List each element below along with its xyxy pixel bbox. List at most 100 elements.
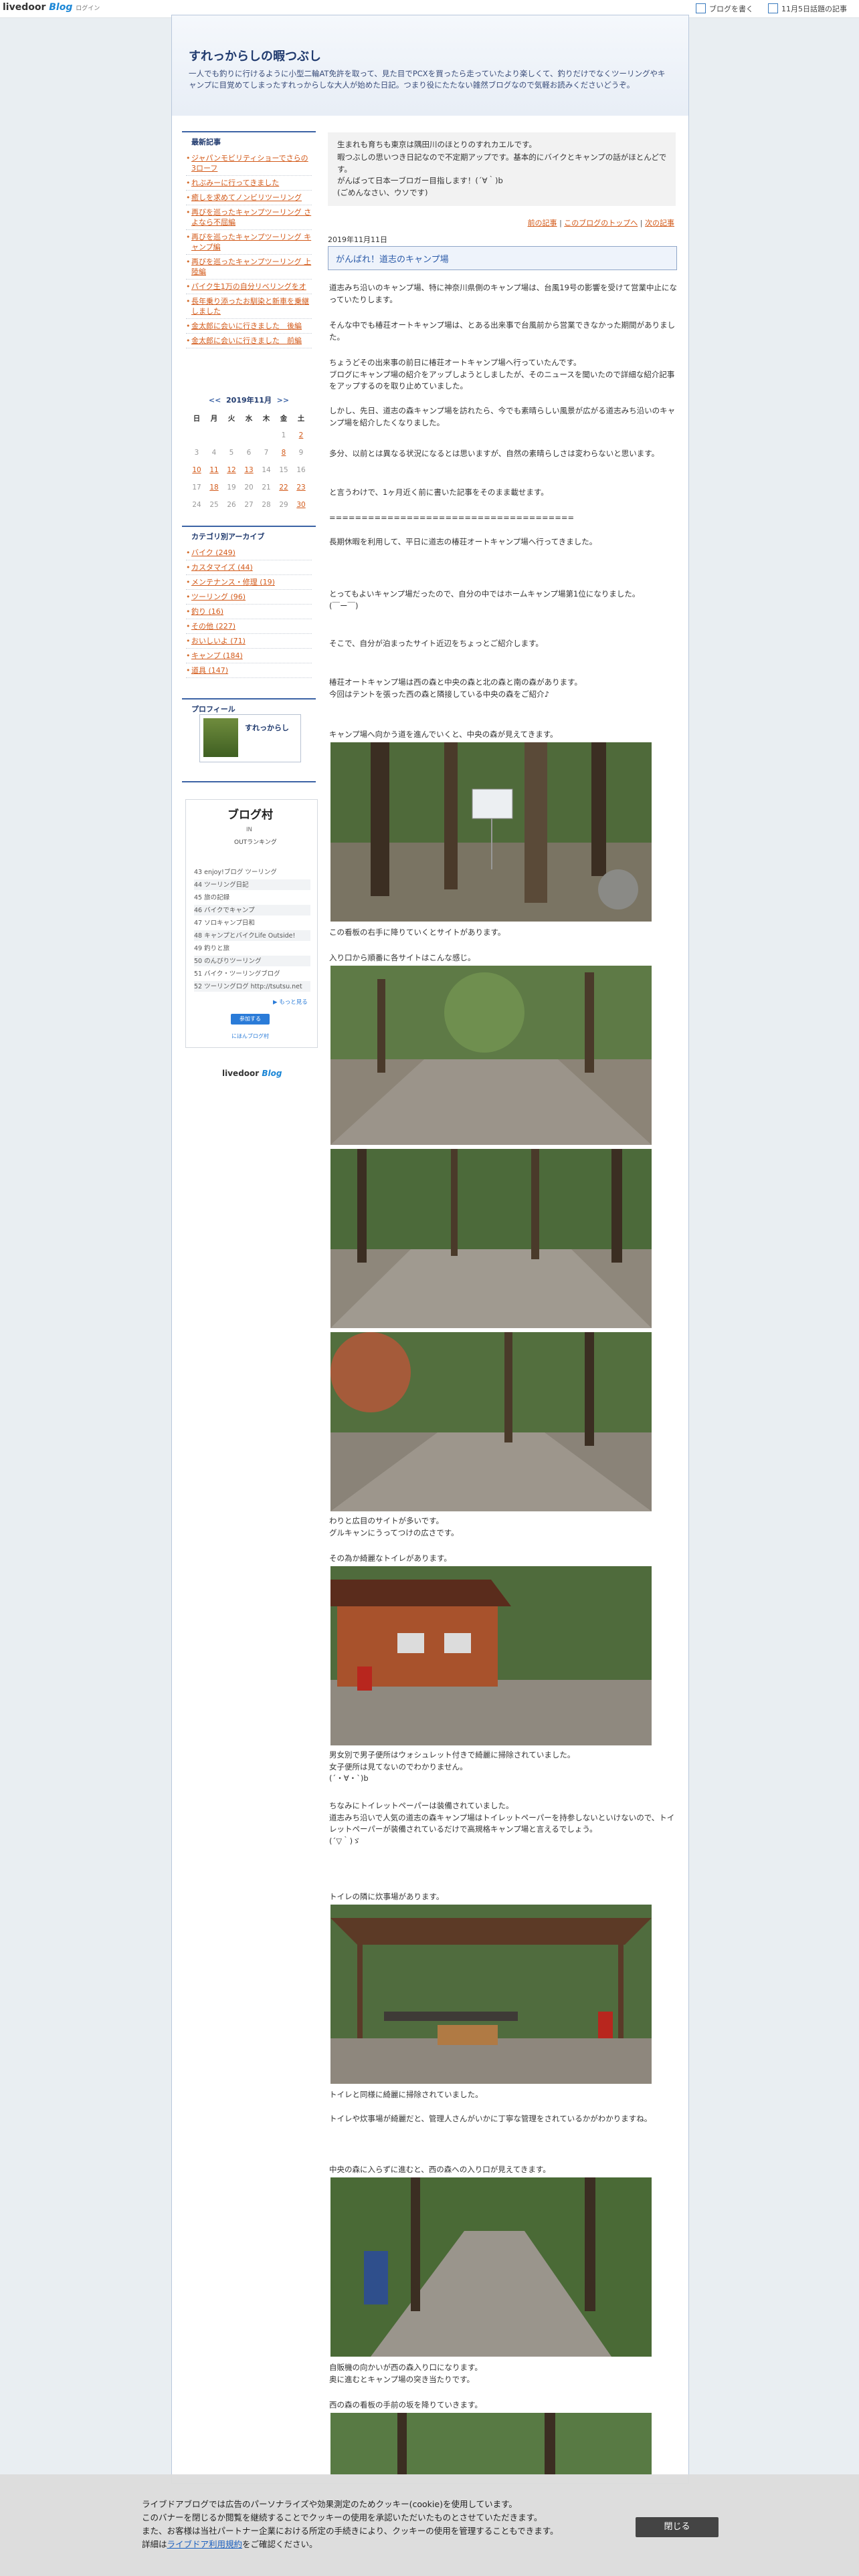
- category-link[interactable]: ツーリング (96): [191, 593, 246, 601]
- recent-post-item[interactable]: ジャパンモビリティショーでさらの3ローフ: [186, 151, 312, 176]
- village-ranking-row[interactable]: 49 釣りと旅: [194, 943, 310, 954]
- calendar-prev-link[interactable]: <<: [209, 396, 221, 405]
- recent-post-link[interactable]: れぶみーに行ってきました: [191, 179, 279, 187]
- calendar-day-link[interactable]: 10: [192, 466, 201, 474]
- photo-west-forest-slope[interactable]: [330, 2413, 652, 2474]
- village-divider: [182, 781, 316, 782]
- village-ranking-row[interactable]: 45 旅の記録: [194, 892, 310, 903]
- calendar-day-link[interactable]: 12: [227, 466, 235, 474]
- calendar-day[interactable]: 18: [205, 479, 223, 496]
- village-ranking-row[interactable]: 48 キャンプとバイクLife Outside!: [194, 930, 310, 941]
- photo-toilet[interactable]: [330, 1566, 652, 1745]
- recent-post-item[interactable]: 癒しを求めてノンビリツーリング: [186, 191, 312, 205]
- calendar-day[interactable]: 12: [223, 461, 240, 479]
- calendar-next-link[interactable]: >>: [277, 396, 289, 405]
- blog-title[interactable]: すれっからしの暇つぶし: [189, 47, 321, 64]
- post-paragraph: とってもよいキャンプ場だったので、自分の中ではホームキャンプ場第1位になりました…: [329, 589, 640, 611]
- category-item[interactable]: ツーリング (96): [186, 590, 312, 605]
- login-link[interactable]: ログイン: [76, 5, 100, 12]
- calendar-day[interactable]: 10: [188, 461, 205, 479]
- category-link[interactable]: キャンプ (184): [191, 651, 243, 660]
- recent-post-item[interactable]: 再びを巡ったキャンプツーリング キャンプ編: [186, 230, 312, 255]
- calendar-day: [223, 427, 240, 444]
- next-post-link[interactable]: 次の記事: [645, 219, 674, 227]
- calendar-day[interactable]: 23: [292, 479, 310, 496]
- calendar-day[interactable]: 13: [240, 461, 258, 479]
- calendar-day[interactable]: 30: [292, 496, 310, 514]
- category-link[interactable]: メンテナンス・修理 (19): [191, 578, 275, 586]
- calendar-day[interactable]: 8: [275, 444, 292, 461]
- livedoor-blog-footer-logo[interactable]: livedoor Blog: [222, 1069, 282, 1078]
- calendar-day-link[interactable]: 18: [209, 484, 218, 492]
- recent-post-link[interactable]: 長年乗り添ったお馴染と新車を乗継しました: [191, 297, 309, 316]
- recent-post-link[interactable]: 再びを巡ったキャンプツーリング キャンプ編: [191, 233, 311, 251]
- prev-post-link[interactable]: 前の記事: [528, 219, 557, 227]
- category-item[interactable]: おいしいよ (71): [186, 634, 312, 649]
- cookie-close-button[interactable]: 閉じる: [636, 2517, 719, 2537]
- post-title[interactable]: がんばれ！道志のキャンプ場: [336, 252, 449, 265]
- village-ranking-row[interactable]: 43 enjoy!ブログ ツーリング: [194, 867, 310, 877]
- village-ranking-row[interactable]: 52 ツーリングログ http://tsutsu.net: [194, 981, 310, 992]
- category-link[interactable]: 釣り (16): [191, 607, 223, 616]
- recent-post-link[interactable]: 金太郎に会いに行きました 前編: [191, 336, 302, 345]
- recent-post-link[interactable]: 金太郎に会いに行きました 後編: [191, 322, 302, 330]
- calendar-day[interactable]: 22: [275, 479, 292, 496]
- village-ranking-row[interactable]: 47 ソロキャンプ日和: [194, 918, 310, 928]
- terms-link[interactable]: ライブドア利用規約: [167, 2539, 243, 2549]
- recent-post-link[interactable]: ジャパンモビリティショーでさらの3ローフ: [191, 154, 308, 173]
- calendar-day-link[interactable]: 30: [296, 501, 305, 509]
- category-link[interactable]: バイク (249): [191, 548, 235, 557]
- recent-post-link[interactable]: 癒しを求めてノンビリツーリング: [191, 193, 302, 202]
- calendar-day: [240, 427, 258, 444]
- calendar-day-link[interactable]: 22: [279, 484, 288, 492]
- photo-site-1[interactable]: [330, 966, 652, 1145]
- recent-post-item[interactable]: 金太郎に会いに行きました 前編: [186, 334, 312, 348]
- recent-post-item[interactable]: 長年乗り添ったお馴染と新車を乗継しました: [186, 294, 312, 319]
- blog-top-link[interactable]: このブログのトップへ: [564, 219, 638, 227]
- profile-avatar[interactable]: [203, 718, 238, 757]
- calendar-day-link[interactable]: 8: [282, 449, 286, 457]
- category-link[interactable]: おいしいよ (71): [191, 637, 246, 645]
- recent-post-item[interactable]: 再びを巡ったキャンプツーリング 上陸編: [186, 255, 312, 280]
- category-item[interactable]: キャンプ (184): [186, 649, 312, 663]
- recent-post-link[interactable]: 再びを巡ったキャンプツーリング さよなら不屈編: [191, 208, 311, 227]
- profile-name[interactable]: すれっからし: [245, 722, 289, 733]
- calendar-day-link[interactable]: 2: [299, 431, 304, 439]
- calendar-day-link[interactable]: 13: [244, 466, 253, 474]
- village-ranking-row[interactable]: 46 バイクでキャンプ: [194, 905, 310, 916]
- village-join-button[interactable]: 参加する: [231, 1014, 270, 1025]
- category-item[interactable]: バイク (249): [186, 546, 312, 560]
- category-item[interactable]: 道具 (147): [186, 663, 312, 678]
- village-ranking-row[interactable]: 50 のんびりツーリング: [194, 956, 310, 966]
- category-item[interactable]: その他 (227): [186, 619, 312, 634]
- recent-post-item[interactable]: 金太郎に会いに行きました 後編: [186, 319, 312, 334]
- calendar-day-link[interactable]: 23: [296, 484, 305, 492]
- calendar-day[interactable]: 2: [292, 427, 310, 444]
- calendar-day-link[interactable]: 11: [209, 466, 218, 474]
- recent-post-item[interactable]: れぶみーに行ってきました: [186, 176, 312, 191]
- category-link[interactable]: 道具 (147): [191, 666, 228, 675]
- recent-post-item[interactable]: 再びを巡ったキャンプツーリング さよなら不屈編: [186, 205, 312, 230]
- category-link[interactable]: カスタマイズ (44): [191, 563, 253, 572]
- photo-west-forest-entrance[interactable]: [330, 2177, 652, 2357]
- photo-kitchen[interactable]: [330, 1905, 652, 2084]
- write-blog-link[interactable]: ブログを書く: [696, 3, 753, 14]
- recent-post-link[interactable]: 再びを巡ったキャンプツーリング 上陸編: [191, 257, 311, 276]
- recent-post-link[interactable]: パイク生1万の自分リベリングをオ: [191, 282, 306, 291]
- category-item[interactable]: 釣り (16): [186, 605, 312, 619]
- category-item[interactable]: メンテナンス・修理 (19): [186, 575, 312, 590]
- village-ranking-row[interactable]: 51 バイク・ツーリングブログ: [194, 968, 310, 979]
- blog-village-logo[interactable]: ブログ村: [227, 805, 273, 822]
- photo-site-3[interactable]: [330, 1332, 652, 1511]
- category-link[interactable]: その他 (227): [191, 622, 235, 631]
- village-footer-link[interactable]: にほんブログ村: [231, 1033, 269, 1040]
- livedoor-blog-logo[interactable]: livedoor Blog ログイン: [3, 2, 100, 13]
- category-item[interactable]: カスタマイズ (44): [186, 560, 312, 575]
- today-topics-link[interactable]: 11月5日話題の記事: [768, 3, 847, 14]
- village-more-link[interactable]: ▶ もっと見る: [273, 998, 308, 1006]
- photo-site-2[interactable]: [330, 1149, 652, 1328]
- photo-campsite-sign[interactable]: [330, 742, 652, 922]
- village-ranking-row[interactable]: 44 ツーリング日記: [194, 879, 310, 890]
- calendar-day[interactable]: 11: [205, 461, 223, 479]
- recent-post-item[interactable]: パイク生1万の自分リベリングをオ: [186, 280, 312, 294]
